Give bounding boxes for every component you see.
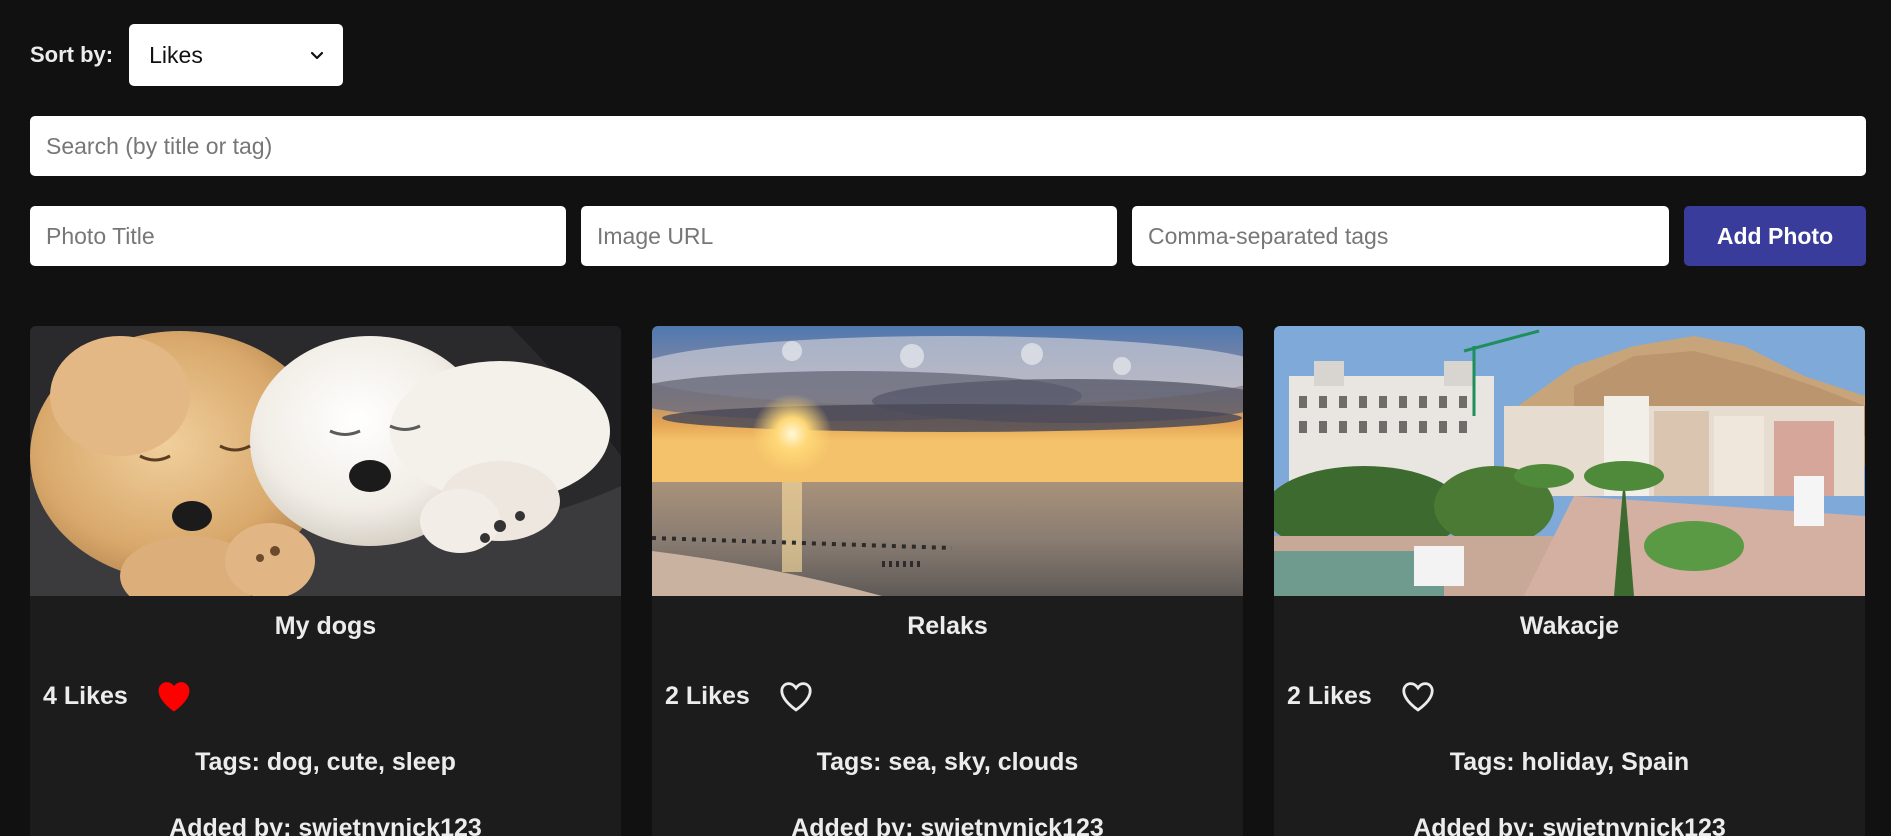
photo-image-dogs[interactable] <box>30 326 621 596</box>
photo-card: Wakacje 2 Likes Tags: holiday, Spain Add… <box>1274 326 1865 836</box>
add-photo-form: Add Photo <box>30 206 1866 266</box>
add-photo-button[interactable]: Add Photo <box>1684 206 1866 266</box>
heart-outline-icon[interactable] <box>1398 676 1438 716</box>
photo-card: My dogs 4 Likes Tags: dog, cute, sleep A… <box>30 326 621 836</box>
heart-outline-icon[interactable] <box>776 676 816 716</box>
photo-gallery-app: Sort by: Likes Add Photo <box>0 0 1891 836</box>
sort-row: Sort by: Likes <box>30 24 344 86</box>
likes-count: 2 Likes <box>665 681 750 710</box>
image-url-field[interactable] <box>581 206 1117 266</box>
photo-tags: Tags: sea, sky, clouds <box>816 748 1079 776</box>
photo-author: Added by: swietnynick123 <box>791 814 1104 836</box>
likes-row: 2 Likes <box>665 676 816 716</box>
likes-row: 4 Likes <box>43 676 194 716</box>
photo-image-sunset[interactable] <box>652 326 1243 596</box>
photo-author: Added by: swietnynick123 <box>1413 814 1726 836</box>
photo-title: My dogs <box>274 612 377 640</box>
photo-tags: Tags: dog, cute, sleep <box>195 748 456 776</box>
likes-count: 4 Likes <box>43 681 128 710</box>
photo-tags: Tags: holiday, Spain <box>1449 748 1690 776</box>
sort-selected-value: Likes <box>149 41 203 68</box>
tags-field[interactable] <box>1132 206 1669 266</box>
sort-label: Sort by: <box>30 42 114 67</box>
search-input[interactable] <box>30 116 1866 176</box>
photo-title: Wakacje <box>1519 612 1620 640</box>
photo-title-field[interactable] <box>30 206 566 266</box>
likes-count: 2 Likes <box>1287 681 1372 710</box>
photo-title: Relaks <box>907 612 988 640</box>
sort-select[interactable]: Likes <box>129 24 344 86</box>
photo-author: Added by: swietnynick123 <box>169 814 482 836</box>
heart-filled-icon[interactable] <box>154 676 194 716</box>
photo-image-city[interactable] <box>1274 326 1865 596</box>
chevron-down-icon <box>311 51 324 60</box>
likes-row: 2 Likes <box>1287 676 1438 716</box>
photo-card: Relaks 2 Likes Tags: sea, sky, clouds Ad… <box>652 326 1243 836</box>
